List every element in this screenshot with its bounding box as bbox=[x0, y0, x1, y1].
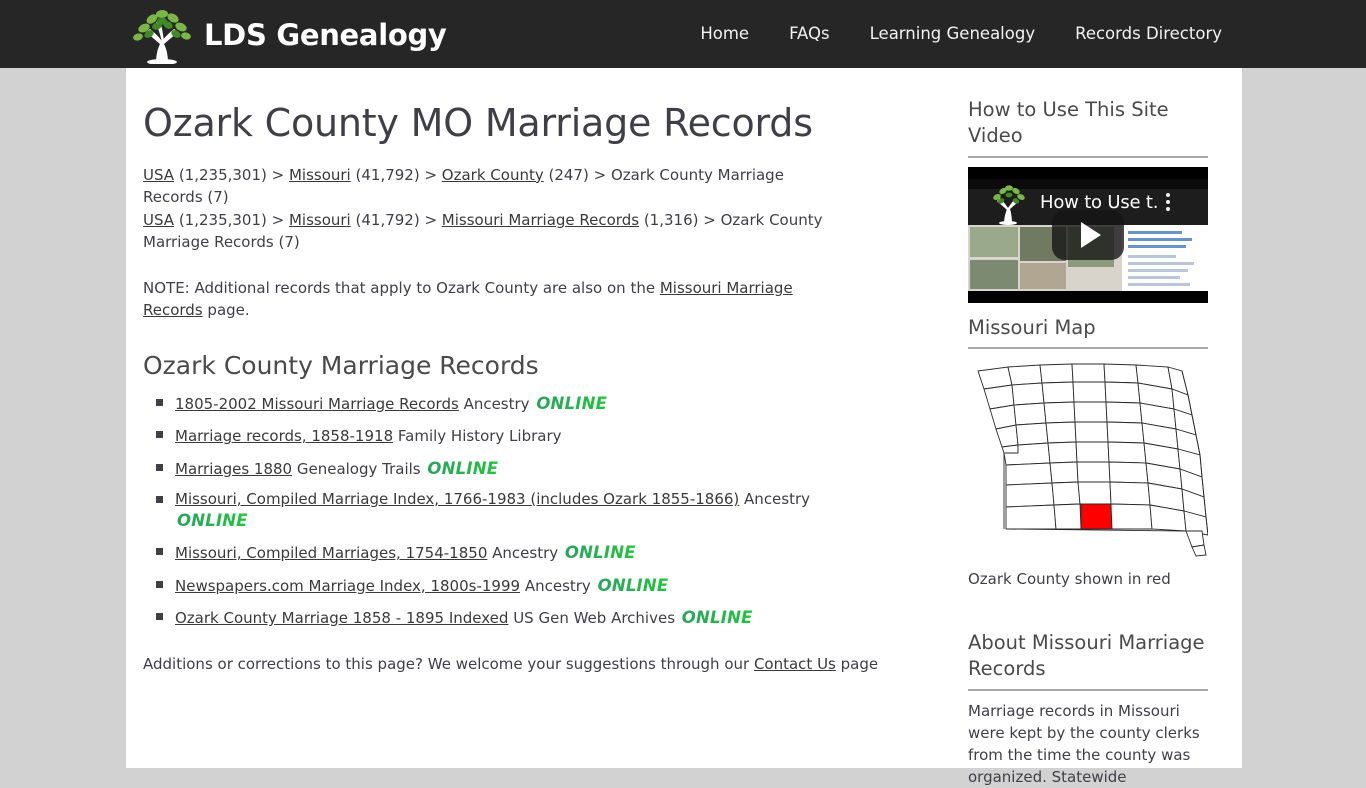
breadcrumb2-usa-count: (1,235,301) > bbox=[174, 210, 289, 229]
nav-item-learning-genealogy[interactable]: Learning Genealogy bbox=[850, 0, 1055, 68]
list-item: Newspapers.com Marriage Index, 1800s-199… bbox=[156, 575, 843, 608]
sidebar-heading-about: About Missouri Marriage Records bbox=[968, 588, 1208, 691]
list-item: Marriages 1880 Genealogy Trails ONLINE bbox=[156, 458, 843, 491]
list-item: Marriage records, 1858-1918 Family Histo… bbox=[156, 425, 843, 458]
list-item: Ozark County Marriage 1858 - 1895 Indexe… bbox=[156, 607, 843, 640]
breadcrumb-link-usa[interactable]: USA bbox=[143, 166, 174, 184]
page-title: Ozark County MO Marriage Records bbox=[143, 101, 813, 145]
sidebar-heading-video: How to Use This Site Video bbox=[968, 68, 1208, 158]
nav-item-records-directory[interactable]: Records Directory bbox=[1055, 0, 1242, 68]
nav-item-faqs[interactable]: FAQs bbox=[769, 0, 850, 68]
main-navigation: Home FAQs Learning Genealogy Records Dir… bbox=[680, 0, 1242, 68]
site-logo[interactable]: LDS Genealogy bbox=[126, 6, 447, 65]
footnote-text-before: Additions or corrections to this page? W… bbox=[143, 655, 754, 673]
brand-name: LDS Genealogy bbox=[204, 17, 447, 52]
list-item: 1805-2002 Missouri Marriage Records Ance… bbox=[156, 393, 843, 426]
tree-logo-icon bbox=[126, 6, 198, 65]
record-source: US Gen Web Archives bbox=[513, 609, 676, 628]
breadcrumb2-link-usa[interactable]: USA bbox=[143, 211, 174, 229]
video-thumbnail: How to Use t... bbox=[968, 178, 1208, 291]
record-link[interactable]: Marriages 1880 bbox=[175, 460, 292, 478]
play-button-icon[interactable] bbox=[1052, 209, 1124, 260]
record-source: Ancestry bbox=[524, 576, 591, 595]
record-source: Ancestry bbox=[492, 544, 559, 563]
video-document-panel bbox=[1122, 224, 1208, 291]
breadcrumb-link-missouri[interactable]: Missouri bbox=[289, 166, 351, 184]
video-photo-2 bbox=[970, 259, 1018, 289]
page-container: Ozark County MO Marriage Records USA (1,… bbox=[126, 68, 1242, 786]
record-source: Genealogy Trails bbox=[296, 459, 421, 478]
online-badge: ONLINE bbox=[427, 458, 499, 478]
breadcrumb2-link-missouri-marriage-records[interactable]: Missouri Marriage Records bbox=[442, 211, 639, 229]
kebab-menu-icon[interactable] bbox=[1166, 192, 1170, 211]
note-paragraph: NOTE: Additional records that apply to O… bbox=[143, 254, 843, 322]
breadcrumb-row-1: USA (1,235,301) > Missouri (41,792) > Oz… bbox=[143, 166, 784, 207]
nav-item-home[interactable]: Home bbox=[680, 0, 769, 68]
record-link[interactable]: Marriage records, 1858-1918 bbox=[175, 427, 393, 445]
breadcrumb-row-2: USA (1,235,301) > Missouri (41,792) > Mi… bbox=[143, 211, 823, 252]
list-item: Missouri, Compiled Marriage Index, 1766-… bbox=[156, 490, 843, 542]
online-badge: ONLINE bbox=[177, 510, 248, 530]
site-header: LDS Genealogy Home FAQs Learning Genealo… bbox=[0, 0, 1366, 68]
online-badge: ONLINE bbox=[597, 575, 669, 595]
online-badge: ONLINE bbox=[536, 393, 608, 413]
video-player[interactable]: How to Use t... bbox=[968, 166, 1208, 303]
contact-footnote: Additions or corrections to this page? W… bbox=[143, 653, 878, 676]
sidebar-heading-map: Missouri Map bbox=[968, 303, 1208, 349]
footnote-link-contact-us[interactable]: Contact Us bbox=[754, 655, 836, 673]
record-source: Ancestry bbox=[463, 394, 530, 413]
record-link[interactable]: Missouri, Compiled Marriage Index, 1766-… bbox=[175, 490, 739, 508]
breadcrumb2-link-missouri[interactable]: Missouri bbox=[289, 211, 351, 229]
footnote-text-after: page bbox=[835, 655, 879, 673]
breadcrumb: USA (1,235,301) > Missouri (41,792) > Oz… bbox=[143, 146, 843, 254]
breadcrumb-ozark-count: (247) > bbox=[543, 165, 611, 184]
note-text-before: NOTE: Additional records that apply to O… bbox=[143, 278, 660, 297]
sidebar: How to Use This Site Video How to Use t.… bbox=[968, 68, 1209, 788]
record-source: Family History Library bbox=[397, 427, 562, 446]
breadcrumb2-missouri-count: (41,792) > bbox=[350, 210, 442, 229]
record-link[interactable]: 1805-2002 Missouri Marriage Records bbox=[175, 395, 459, 413]
online-badge: ONLINE bbox=[681, 608, 753, 628]
video-photo-1 bbox=[970, 226, 1018, 257]
breadcrumb-usa-count: (1,235,301) > bbox=[174, 165, 289, 184]
map-caption: Ozark County shown in red bbox=[968, 569, 1171, 588]
record-link[interactable]: Missouri, Compiled Marriages, 1754-1850 bbox=[175, 544, 487, 562]
video-letterbox-bottom bbox=[968, 290, 1208, 303]
video-photo-4 bbox=[1020, 262, 1066, 289]
about-text: Marriage records in Missouri were kept b… bbox=[968, 701, 1200, 786]
record-link[interactable]: Newspapers.com Marriage Index, 1800s-199… bbox=[175, 577, 520, 595]
section-heading: Ozark County Marriage Records bbox=[143, 350, 539, 380]
list-item: Missouri, Compiled Marriages, 1754-1850 … bbox=[156, 542, 843, 575]
online-badge: ONLINE bbox=[564, 543, 636, 563]
main-content: Ozark County MO Marriage Records USA (1,… bbox=[143, 68, 843, 640]
note-text-after: page. bbox=[202, 301, 250, 320]
record-link[interactable]: Ozark County Marriage 1858 - 1895 Indexe… bbox=[175, 609, 508, 627]
breadcrumb2-records-count: (1,316) > bbox=[639, 210, 721, 229]
records-list: 1805-2002 Missouri Marriage Records Ance… bbox=[143, 381, 843, 640]
breadcrumb-link-ozark-county[interactable]: Ozark County bbox=[442, 166, 544, 184]
missouri-county-map bbox=[968, 359, 1209, 559]
breadcrumb-missouri-count: (41,792) > bbox=[350, 165, 442, 184]
video-letterbox-top bbox=[968, 166, 1208, 179]
ozark-county-highlight bbox=[1080, 503, 1113, 530]
video-tree-logo-icon bbox=[988, 183, 1028, 225]
record-source: Ancestry bbox=[744, 490, 811, 509]
